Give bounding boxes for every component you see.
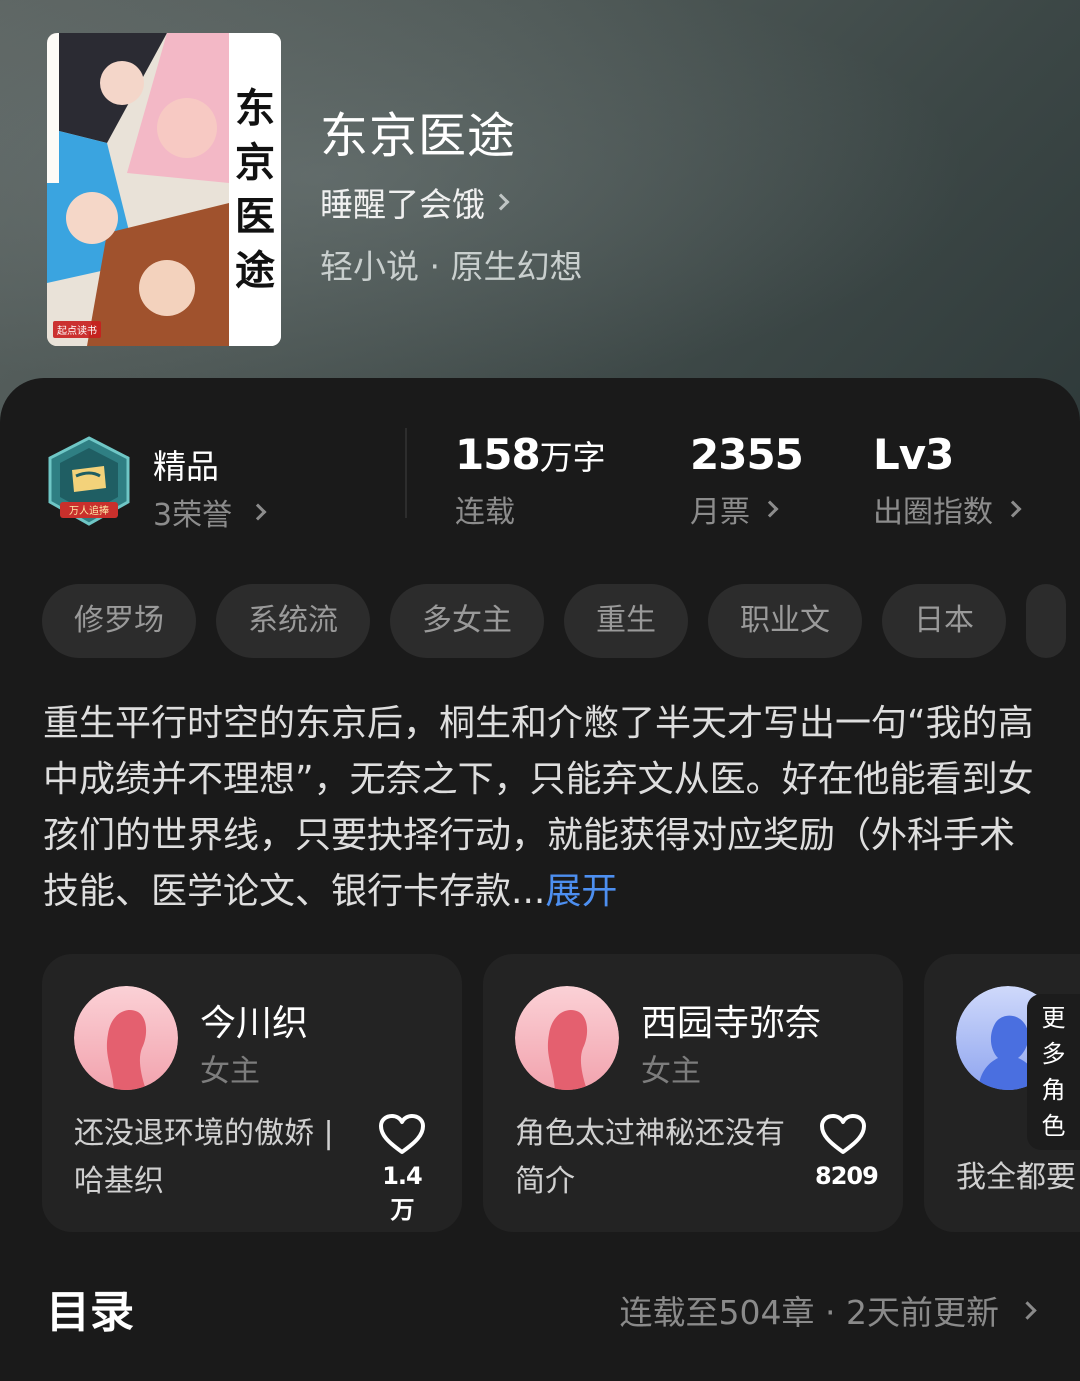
stat-monthly-tickets[interactable]: 2355 月票 <box>690 430 804 531</box>
stat-value: 158 <box>455 430 541 479</box>
more-characters-button[interactable]: 更 多 角 色 <box>1027 994 1080 1150</box>
character-list: 今川织 女主 还没退环境的傲娇 | 哈基织 1.4万 西园寺弥奈 女主 角色太过… <box>42 954 1080 1234</box>
female-avatar-icon <box>515 986 619 1090</box>
book-title: 东京医途 <box>320 108 517 164</box>
character-description: 我全都要 <box>956 1160 1076 1195</box>
cover-title-char: 京 <box>235 138 275 186</box>
cover-title-char: 医 <box>235 192 275 240</box>
character-name: 今川织 <box>200 1003 309 1044</box>
stats-divider <box>405 428 407 518</box>
stat-label: 出圈指数 <box>873 495 993 530</box>
chevron-right-icon <box>492 193 510 211</box>
toc-meta: 连载至504章 · 2天前更新 <box>619 1286 1037 1334</box>
stat-word-count: 158万字 连载 <box>455 430 606 531</box>
heart-icon <box>820 1114 866 1154</box>
cover-publisher-badge: 起点读书 <box>53 321 101 338</box>
tag-chip[interactable]: 系统流 <box>216 584 370 658</box>
stats-row: 万人追捧 精品 3荣誉 158万字 连载 2355 月票 Lv3 出圈指数 <box>0 428 1080 538</box>
tag-chip[interactable]: 修罗场 <box>42 584 196 658</box>
character-description: 角色太过神秘还没有简介 <box>515 1116 785 1199</box>
chevron-right-icon <box>1004 500 1022 518</box>
tag-chip[interactable]: 职业文 <box>708 584 862 658</box>
tag-list: 修罗场 系统流 多女主 重生 职业文 日本 <box>42 584 1080 658</box>
stat-unit: 万字 <box>539 438 606 477</box>
expand-link[interactable]: 展开 <box>545 871 617 912</box>
table-of-contents-row[interactable]: 目录 连载至504章 · 2天前更新 <box>0 1268 1080 1348</box>
cover-title-strip: 东 京 医 途 <box>229 33 281 346</box>
tag-chip[interactable]: 日本 <box>882 584 1006 658</box>
honor-link[interactable]: 3荣誉 <box>153 490 267 534</box>
like-count: 1.4万 <box>382 1162 423 1224</box>
character-role: 女主 <box>641 1054 701 1089</box>
book-genre: 轻小说 · 原生幻想 <box>320 247 583 286</box>
toc-title: 目录 <box>46 1287 134 1338</box>
book-detail-panel: 万人追捧 精品 3荣誉 158万字 连载 2355 月票 Lv3 出圈指数 修罗… <box>0 378 1080 1381</box>
synopsis: 重生平行时空的东京后，桐生和介憋了半天才写出一句“我的高中成绩并不理想”，无奈之… <box>43 696 1043 920</box>
character-description: 还没退环境的傲娇 | 哈基织 <box>74 1116 334 1199</box>
synopsis-text: 重生平行时空的东京后，桐生和介憋了半天才写出一句“我的高中成绩并不理想”，无奈之… <box>43 703 1034 912</box>
more-characters-label: 角 <box>1041 1076 1066 1104</box>
honor-title: 精品 <box>153 447 219 486</box>
more-characters-label: 更 <box>1041 1004 1066 1032</box>
chevron-right-icon <box>761 500 779 518</box>
chevron-right-icon <box>1018 1300 1037 1320</box>
tag-chip[interactable]: 多女主 <box>390 584 544 658</box>
stat-value: 2355 <box>690 430 804 479</box>
character-name: 西园寺弥奈 <box>641 1003 822 1044</box>
stat-value: Lv3 <box>873 430 954 479</box>
female-avatar-icon <box>74 986 178 1090</box>
character-card[interactable]: 今川织 女主 还没退环境的傲娇 | 哈基织 1.4万 <box>42 954 462 1232</box>
cover-title-char: 途 <box>235 246 275 294</box>
heart-icon <box>379 1114 425 1154</box>
chevron-right-icon <box>249 503 267 521</box>
author-name: 睡醒了会饿 <box>320 185 485 224</box>
stat-label: 月票 <box>690 495 750 530</box>
honor-badge-text: 万人追捧 <box>69 504 109 517</box>
honor-count: 3荣誉 <box>153 498 233 533</box>
like-button[interactable]: 1.4万 <box>374 1114 430 1225</box>
cover-illustration <box>47 33 229 346</box>
honor-badge-icon[interactable]: 万人追捧 <box>46 436 132 528</box>
more-characters-label: 色 <box>1041 1112 1066 1140</box>
book-cover[interactable]: 东 京 医 途 起点读书 <box>47 33 281 346</box>
toc-update-info: 连载至504章 · 2天前更新 <box>619 1293 999 1332</box>
character-card[interactable]: 西园寺弥奈 女主 角色太过神秘还没有简介 8209 <box>483 954 903 1232</box>
cover-title-char: 东 <box>235 84 275 132</box>
stat-label: 连载 <box>455 495 515 530</box>
character-role: 女主 <box>200 1054 260 1089</box>
stat-popularity-index[interactable]: Lv3 出圈指数 <box>873 430 1022 531</box>
tag-chip[interactable]: 重生 <box>564 584 688 658</box>
like-button[interactable]: 8209 <box>815 1114 879 1190</box>
like-count: 8209 <box>815 1162 879 1190</box>
more-characters-label: 多 <box>1041 1040 1066 1068</box>
tag-chip-overflow <box>1026 584 1066 658</box>
author-link[interactable]: 睡醒了会饿 <box>320 178 510 226</box>
